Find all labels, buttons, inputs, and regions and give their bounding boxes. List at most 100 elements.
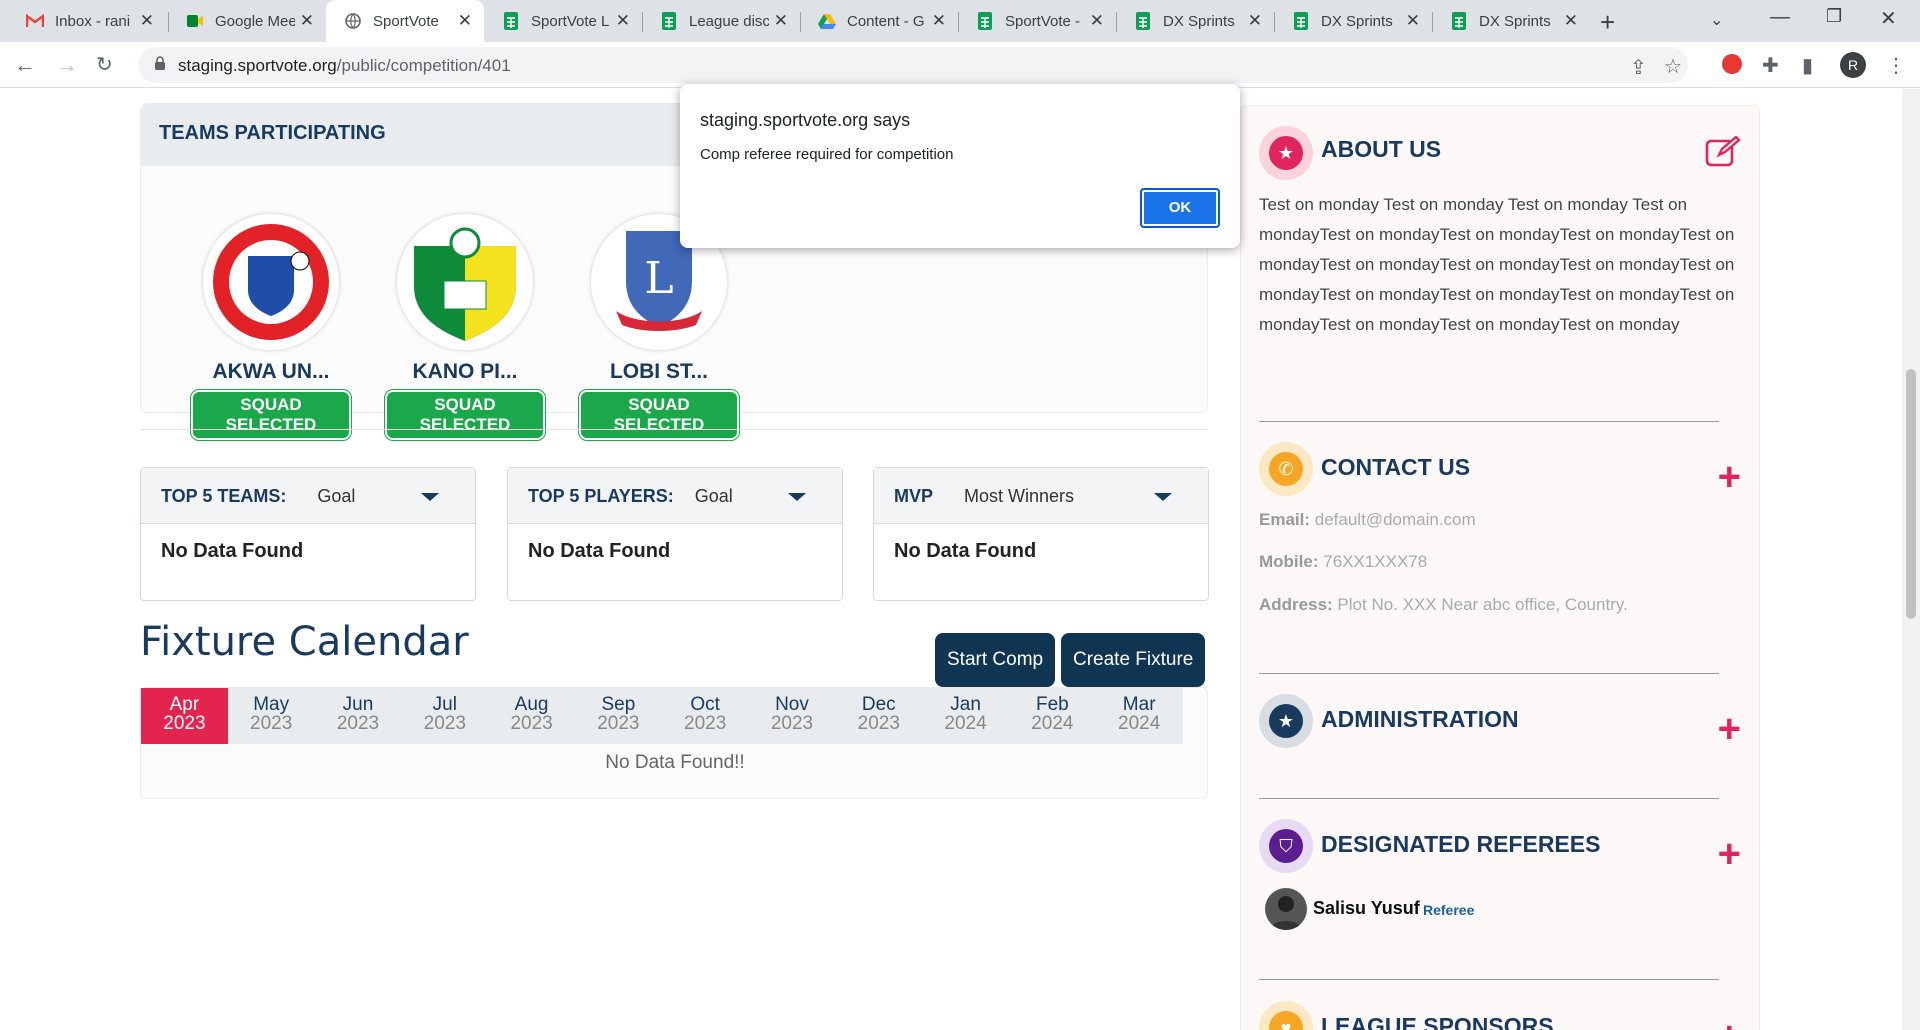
- month-tab[interactable]: Aug 2023: [488, 688, 575, 744]
- tab-title: DX Sprints: [1321, 12, 1393, 30]
- close-window-icon[interactable]: ✕: [1880, 6, 1897, 31]
- month-tab[interactable]: Sep 2023: [575, 688, 662, 744]
- team-name: AKWA UN...: [212, 360, 330, 383]
- add-contact-button[interactable]: +: [1718, 457, 1741, 497]
- add-sponsor-button[interactable]: +: [1718, 1016, 1741, 1030]
- side-panel-icon[interactable]: ▮: [1802, 53, 1813, 78]
- close-icon[interactable]: ✕: [774, 11, 788, 31]
- close-icon[interactable]: ✕: [300, 11, 314, 31]
- extension-icon[interactable]: [1722, 54, 1742, 74]
- reload-icon[interactable]: ↻: [96, 52, 113, 77]
- chevron-down-icon[interactable]: [788, 493, 806, 501]
- mvp-select[interactable]: Most Winners: [964, 486, 1074, 506]
- month-tab[interactable]: Jan 2024: [922, 688, 1009, 744]
- drive-icon: [818, 12, 836, 30]
- phone-icon: ✆: [1259, 442, 1313, 496]
- team-card[interactable]: AKWA UN... SQUAD SELECTED: [191, 214, 351, 440]
- mvp-label: MVP: [894, 486, 934, 506]
- create-fixture-button[interactable]: Create Fixture: [1061, 633, 1206, 687]
- team-card[interactable]: KANO PI... SQUAD SELECTED: [385, 214, 545, 440]
- close-icon[interactable]: ✕: [1564, 11, 1578, 31]
- address-bar[interactable]: staging.sportvote.org/public/competition…: [138, 47, 1688, 83]
- tab-title: Content - G: [847, 12, 925, 30]
- share-icon[interactable]: ⇪: [1630, 55, 1647, 80]
- month-tab[interactable]: Feb 2024: [1009, 688, 1096, 744]
- mvp-header[interactable]: MVP Most Winners: [874, 468, 1208, 524]
- start-comp-button[interactable]: Start Comp: [935, 633, 1056, 687]
- month-tab[interactable]: Jul 2023: [401, 688, 488, 744]
- divider: [1259, 798, 1719, 799]
- tab-title: SportVote -: [1005, 12, 1081, 30]
- tab-sportvote[interactable]: SportVote ✕: [326, 0, 484, 42]
- new-tab-icon[interactable]: +: [1600, 7, 1615, 38]
- url-text: staging.sportvote.org/public/competition…: [178, 56, 511, 76]
- top-players-empty: No Data Found: [528, 540, 671, 562]
- month-tab[interactable]: Apr 2023: [141, 688, 228, 744]
- edit-icon[interactable]: [1705, 135, 1741, 173]
- close-icon[interactable]: ✕: [1090, 11, 1104, 31]
- chevron-down-icon[interactable]: [1154, 493, 1172, 501]
- meet-icon: [186, 12, 204, 30]
- forward-icon[interactable]: →: [56, 52, 78, 78]
- tab-title: Google Mee: [215, 12, 295, 30]
- top-teams-header[interactable]: TOP 5 TEAMS: Goal: [141, 468, 475, 524]
- menu-icon[interactable]: ⋮: [1886, 53, 1906, 78]
- sheets-icon: [976, 12, 994, 30]
- scrollbar-thumb[interactable]: [1906, 369, 1916, 619]
- tab-dx-sprints-3[interactable]: DX Sprints ✕: [1432, 0, 1590, 42]
- team-logo: [397, 214, 533, 350]
- tab-title: SportVote: [373, 12, 439, 30]
- minimize-icon[interactable]: —: [1770, 6, 1790, 29]
- close-icon[interactable]: ✕: [1406, 11, 1420, 31]
- tab-dx-sprints-2[interactable]: DX Sprints ✕: [1274, 0, 1432, 42]
- top-players-card: TOP 5 PLAYERS: Goal No Data Found: [507, 467, 843, 601]
- restore-icon[interactable]: ❐: [1826, 6, 1842, 27]
- sidebar: ★ ABOUT US Test on monday Test on monday…: [1240, 105, 1760, 1030]
- month-tab[interactable]: May 2023: [228, 688, 315, 744]
- add-administration-button[interactable]: +: [1718, 709, 1741, 749]
- chevron-down-icon[interactable]: [421, 493, 439, 501]
- month-tab[interactable]: Mar 2024: [1096, 688, 1183, 744]
- tab-sportvote-sheet[interactable]: SportVote L ✕: [484, 0, 642, 42]
- close-icon[interactable]: ✕: [140, 11, 154, 31]
- close-icon[interactable]: ✕: [616, 11, 630, 31]
- tab-sportvote-doc[interactable]: SportVote - ✕: [958, 0, 1116, 42]
- about-text: Test on monday Test on monday Test on mo…: [1259, 195, 1735, 334]
- tab-content-drive[interactable]: Content - G ✕: [800, 0, 958, 42]
- sheets-icon: [502, 12, 520, 30]
- star-icon: ★: [1259, 694, 1313, 748]
- tab-league-disc[interactable]: League disc ✕: [642, 0, 800, 42]
- month-tab[interactable]: Nov 2023: [749, 688, 836, 744]
- scrollbar[interactable]: [1902, 89, 1920, 1030]
- add-referee-button[interactable]: +: [1718, 834, 1741, 874]
- month-tab[interactable]: Jun 2023: [315, 688, 402, 744]
- divider: [140, 429, 1208, 430]
- tab-dx-sprints-1[interactable]: DX Sprints ✕: [1116, 0, 1274, 42]
- month-strip: Apr 2023 May 2023 Jun 2023 Jul 2023 Aug 2023 …: [141, 688, 1183, 744]
- month-tab[interactable]: Dec 2023: [835, 688, 922, 744]
- profile-avatar[interactable]: R: [1840, 52, 1866, 78]
- mvp-empty: No Data Found: [894, 540, 1037, 562]
- top-players-select[interactable]: Goal: [695, 486, 733, 506]
- close-icon[interactable]: ✕: [1248, 11, 1262, 31]
- ok-button[interactable]: OK: [1140, 188, 1220, 228]
- month-tab[interactable]: Oct 2023: [662, 688, 749, 744]
- tab-title: League disc: [689, 12, 769, 30]
- lock-icon: [155, 56, 165, 70]
- top-teams-label: TOP 5 TEAMS:: [161, 486, 287, 506]
- top-players-header[interactable]: TOP 5 PLAYERS: Goal: [508, 468, 842, 524]
- shield-icon: ⛉: [1259, 819, 1313, 873]
- star-icon: ★: [1259, 126, 1313, 180]
- tab-inbox[interactable]: Inbox - rani ✕: [8, 0, 166, 42]
- tab-google-meet[interactable]: Google Mee ✕: [168, 0, 326, 42]
- sheets-icon: [660, 12, 678, 30]
- puzzle-icon[interactable]: ✚: [1762, 53, 1779, 78]
- globe-icon: [344, 12, 362, 30]
- tab-search-icon[interactable]: ⌄: [1710, 10, 1723, 30]
- top-teams-select[interactable]: Goal: [317, 486, 355, 506]
- back-icon[interactable]: ←: [14, 52, 36, 78]
- close-icon[interactable]: ✕: [932, 11, 946, 31]
- close-icon[interactable]: ✕: [458, 11, 472, 31]
- gmail-icon: [26, 12, 44, 30]
- bookmark-star-icon[interactable]: ☆: [1664, 54, 1682, 79]
